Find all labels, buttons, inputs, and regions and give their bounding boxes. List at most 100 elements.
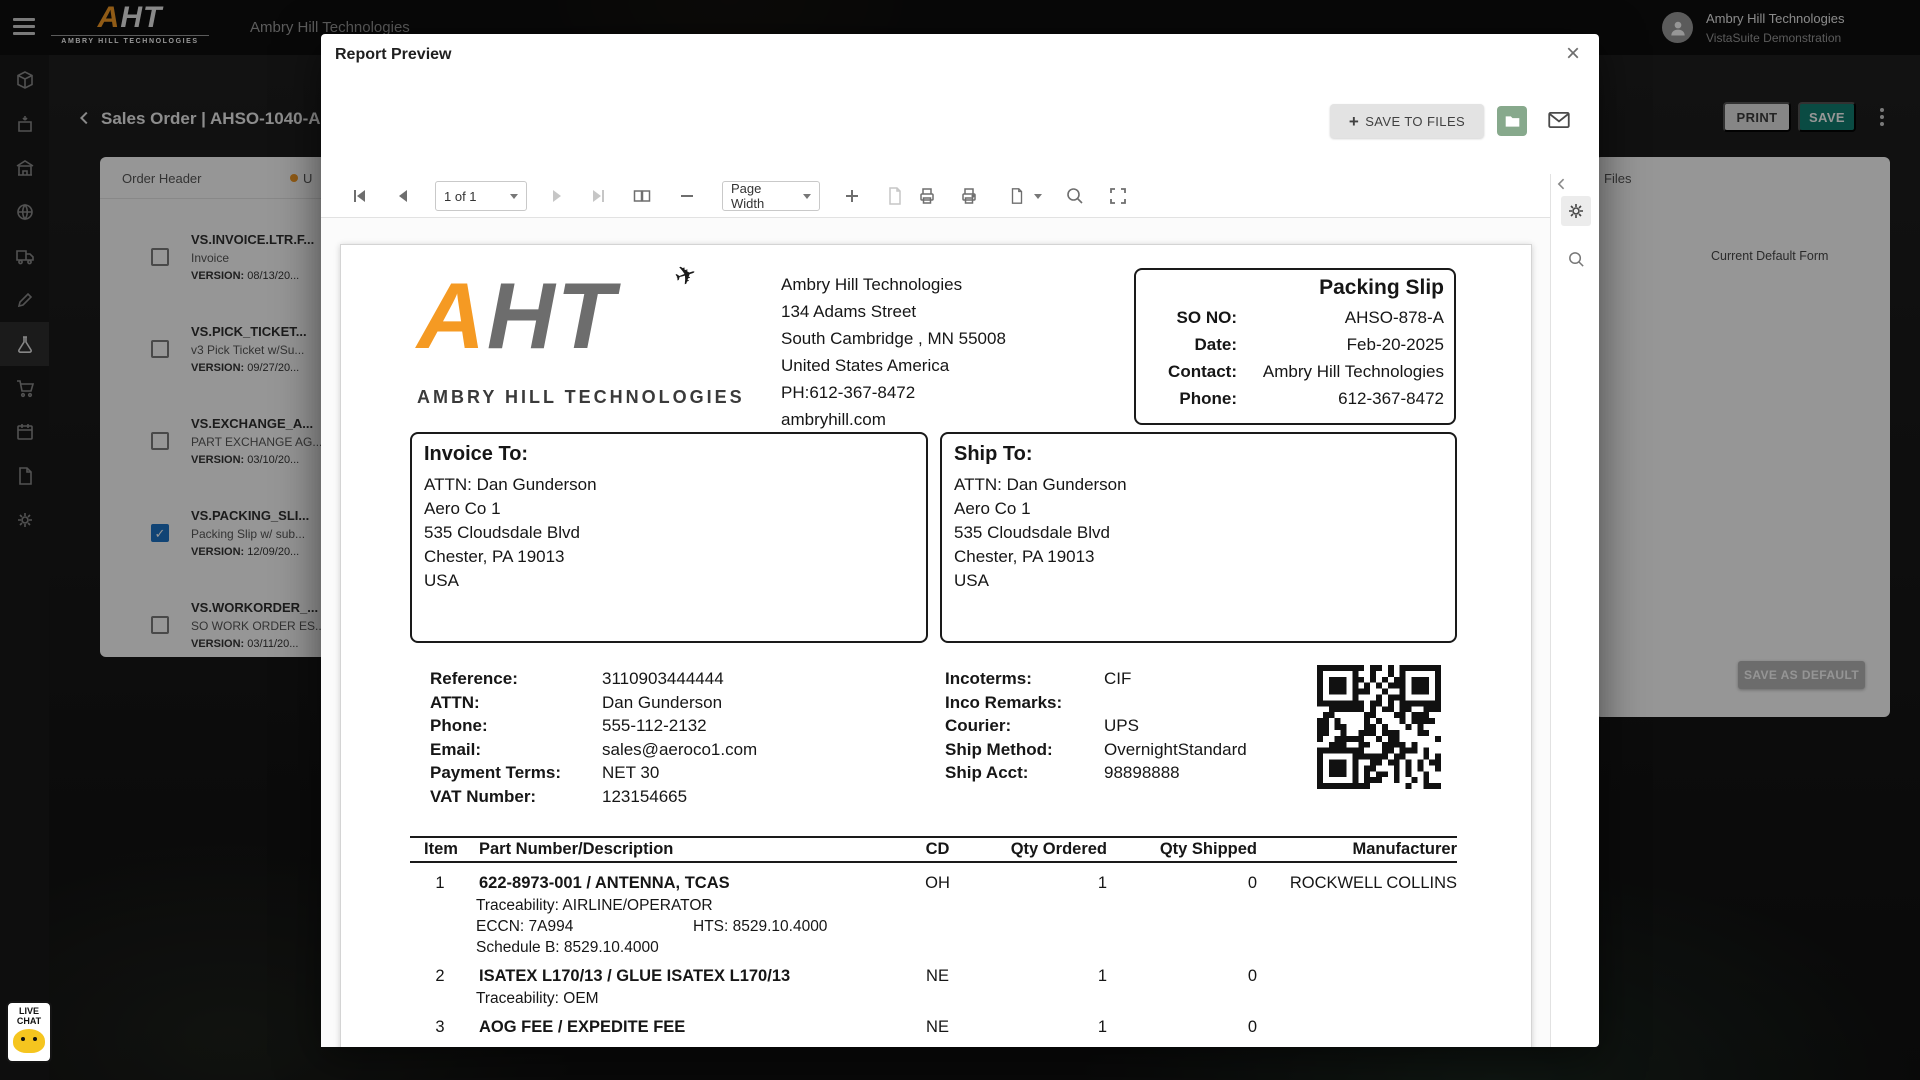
table-row-subline: Schedule B: 8529.10.4000 — [476, 939, 659, 956]
cell-item: 3 — [435, 1018, 445, 1036]
detail-label: ATTN: — [430, 692, 480, 712]
zoom-out-button[interactable] — [675, 184, 699, 208]
table-row-main: 4HARDENER S66/22B / HARDENER...NE10 — [410, 1045, 1457, 1047]
document-viewer[interactable]: AHT ✈ AMBRY HILL TECHNOLOGIES Ambry Hill… — [321, 218, 1550, 1047]
zoom-in-button[interactable] — [840, 184, 864, 208]
folder-button[interactable] — [1497, 106, 1527, 136]
cell-item: 4 — [410, 1045, 470, 1047]
table-row-subline: Traceability: AIRLINE/OPERATOR — [476, 897, 713, 914]
zoom-level-dropdown[interactable]: Page Width — [722, 181, 820, 211]
save-to-files-button[interactable]: + SAVE TO FILES — [1330, 104, 1484, 138]
airplane-icon: ✈ — [670, 258, 701, 294]
export-document-button — [883, 184, 907, 208]
table-header-cell: Manufacturer — [1352, 840, 1457, 858]
detail-label: Inco Remarks: — [945, 692, 1063, 712]
slip-field-label: Date: — [1194, 334, 1237, 354]
cell-cd: NE — [926, 967, 949, 985]
detail-value: NET 30 — [602, 763, 660, 782]
export-to-dropdown[interactable] — [1008, 184, 1042, 208]
table-header-cell: Qty Ordered — [1010, 840, 1107, 858]
chevron-down-icon — [803, 193, 811, 199]
packing-slip-header-box: Packing Slip SO NO: AHSO-878-A Date: Feb-20… — [1134, 268, 1456, 425]
viewer-settings-tab[interactable] — [1561, 196, 1591, 226]
cell-manufacturer: ROCKWELL COLLINS — [1289, 874, 1457, 892]
search-button[interactable] — [1063, 184, 1087, 208]
page-selector-dropdown[interactable]: 1 of 1 — [435, 181, 527, 211]
qr-code — [1317, 665, 1441, 789]
slip-field-label: Contact: — [1168, 361, 1237, 381]
last-page-button — [587, 184, 611, 208]
line-items-table: Item Part Number/Description CD Qty Ordered… — [410, 836, 1457, 1047]
cell-item: 2 — [435, 967, 445, 985]
fullscreen-button[interactable] — [1106, 184, 1130, 208]
address-line: Aero Co 1 — [954, 499, 1031, 518]
detail-value: 98898888 — [1104, 763, 1180, 782]
slip-field-value: AHSO-878-A — [1344, 307, 1444, 327]
packing-slip-fields: SO NO: AHSO-878-A Date: Feb-20-2025 Contact:… — [1142, 304, 1444, 412]
report-preview-dialog: Report Preview × + SAVE TO FILES 1 of 1 … — [321, 34, 1599, 1047]
collapse-panel-icon[interactable] — [1554, 176, 1570, 192]
close-icon[interactable]: × — [1559, 40, 1587, 68]
table-row-subline: Traceability: OEM — [476, 990, 599, 1007]
detail-row: ATTN: Dan Gunderson — [430, 693, 757, 717]
cell-part: 622-8973-001 / ANTENNA, TCAS — [479, 874, 730, 892]
chevron-down-icon — [510, 193, 518, 199]
document-logo: AHT ✈ — [417, 258, 701, 368]
slip-field-row: Date: Feb-20-2025 — [1142, 331, 1444, 358]
folder-icon — [1504, 113, 1521, 130]
subline-right: HTS: 8529.10.4000 — [693, 918, 828, 935]
address-line: ATTN: Dan Gunderson — [954, 475, 1127, 494]
next-page-button — [545, 184, 569, 208]
cell-cd: NE — [905, 1045, 970, 1047]
cell-qty-ordered: 1 — [970, 1045, 1107, 1047]
detail-row: VAT Number: 123154665 — [430, 787, 757, 811]
detail-row: Ship Method: OvernightStandard — [945, 740, 1247, 764]
cell-part: HARDENER S66/22B / HARDENER... — [470, 1045, 905, 1047]
table-row: 2 ISATEX L170/13 / GLUE ISATEX L170/13 NE 1… — [410, 964, 1457, 1009]
detail-row: Courier: UPS — [945, 716, 1247, 740]
slip-field-value: 612-367-8472 — [1338, 388, 1444, 408]
detail-row: Incoterms: CIF — [945, 669, 1247, 693]
table-row: 4HARDENER S66/22B / HARDENER...NE10 — [410, 1045, 1457, 1047]
slip-field-label: SO NO: — [1176, 307, 1237, 327]
chevron-down-icon — [1034, 193, 1042, 199]
detail-value: sales@aeroco1.com — [602, 739, 758, 759]
table-row-main: 1 622-8973-001 / ANTENNA, TCAS OH 1 0 ROCKWEL… — [410, 871, 1457, 895]
detail-value: 3110903444444 — [602, 669, 724, 688]
detail-label: Ship Method: — [945, 739, 1053, 759]
envelope-icon — [1546, 107, 1572, 133]
detail-value: OvernightStandard — [1104, 739, 1247, 759]
detail-label: Incoterms: — [945, 669, 1032, 688]
detail-row: Inco Remarks: — [945, 693, 1247, 717]
cell-part: AOG FEE / EXPEDITE FEE — [479, 1018, 686, 1036]
detail-row: Reference: 3110903444444 — [430, 669, 757, 693]
slip-field-row: Phone: 612-367-8472 — [1142, 385, 1444, 412]
cell-cd: OH — [925, 874, 950, 892]
slip-field-row: SO NO: AHSO-878-A — [1142, 304, 1444, 331]
cell-qty-shipped: 0 — [1247, 967, 1257, 985]
slip-field-value: Ambry Hill Technologies — [1262, 361, 1444, 381]
company-address-block: Ambry Hill Technologies 134 Adams Street… — [781, 275, 1006, 429]
slip-field-row: Contact: Ambry Hill Technologies — [1142, 358, 1444, 385]
document-page: AHT ✈ AMBRY HILL TECHNOLOGIES Ambry Hill… — [340, 244, 1532, 1047]
detail-label: Payment Terms: — [430, 763, 562, 782]
live-chat-button[interactable]: LIVE CHAT — [6, 1001, 52, 1063]
print-page-button[interactable] — [957, 184, 981, 208]
detail-label: Courier: — [945, 716, 1012, 735]
cell-qty-shipped: 0 — [1247, 1018, 1257, 1036]
address-line: 535 Cloudsdale Blvd — [954, 523, 1110, 542]
print-button[interactable] — [915, 184, 939, 208]
address-line: Chester, PA 19013 — [954, 547, 1095, 566]
detail-value: CIF — [1104, 669, 1132, 688]
multipage-view-button[interactable] — [630, 184, 654, 208]
first-page-button[interactable] — [347, 184, 371, 208]
detail-label: Phone: — [430, 716, 488, 735]
viewer-search-tab[interactable] — [1561, 244, 1591, 274]
packing-slip-title: Packing Slip — [1319, 276, 1444, 299]
subline-left: ECCN: 7A994 — [476, 918, 574, 935]
detail-row: Ship Acct: 98898888 — [945, 763, 1247, 787]
cell-part: ISATEX L170/13 / GLUE ISATEX L170/13 — [479, 967, 791, 985]
previous-page-button[interactable] — [391, 184, 415, 208]
detail-label: Email: — [430, 739, 482, 759]
email-button[interactable] — [1544, 105, 1574, 135]
